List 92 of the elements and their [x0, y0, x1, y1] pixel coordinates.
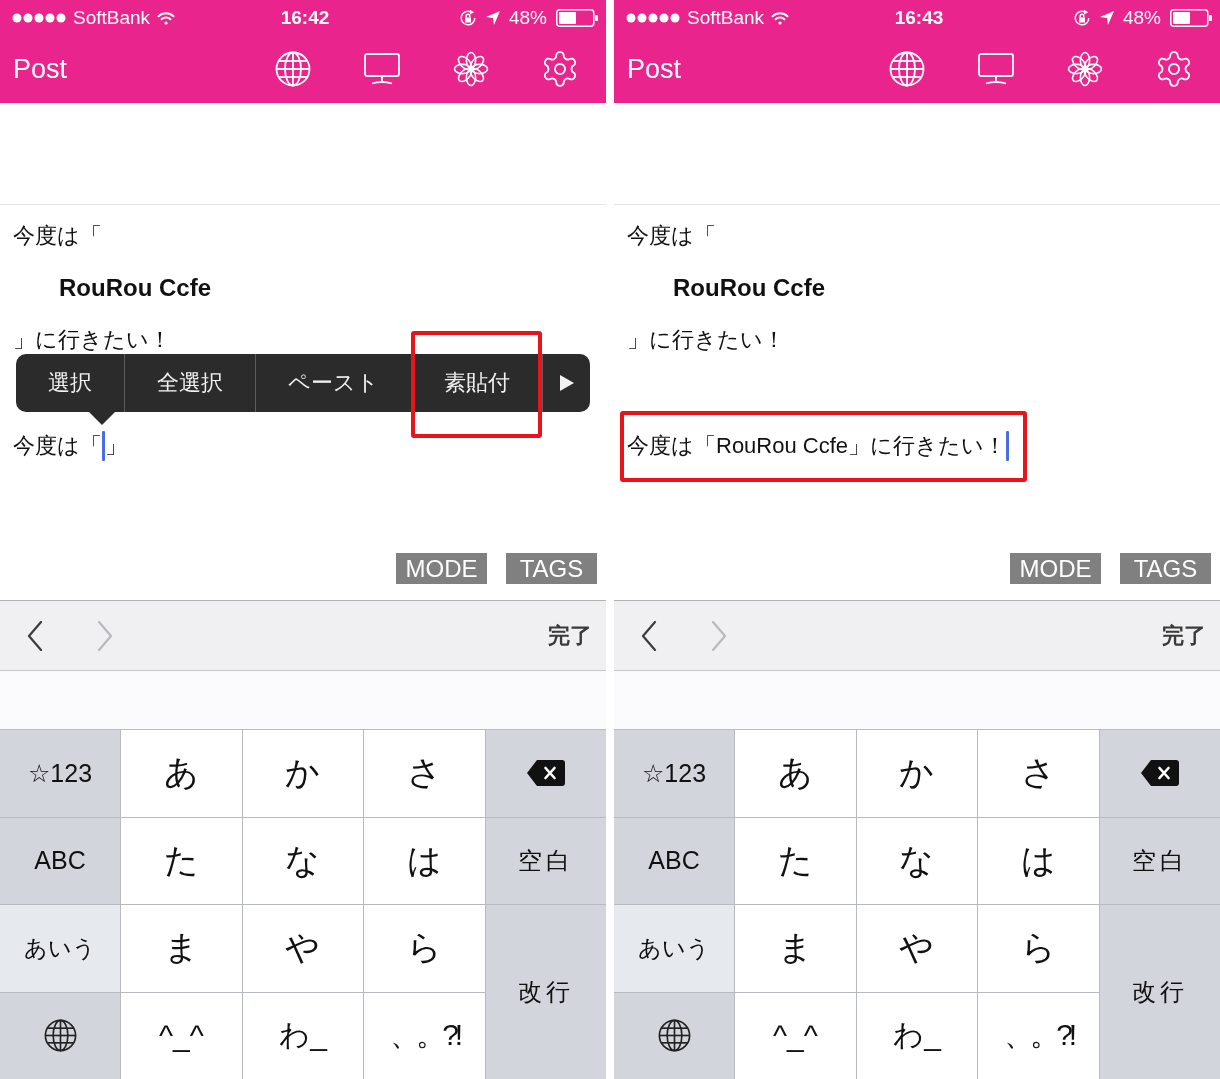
keyboard-key[interactable] [614, 992, 734, 1079]
keyboard-key[interactable]: ら [364, 905, 485, 992]
keyboard-key[interactable]: な [242, 817, 364, 904]
keyboard-key[interactable]: さ [978, 730, 1099, 817]
menu-item[interactable]: 選択 [16, 354, 124, 412]
status-time: 16:43 [894, 6, 944, 29]
status-time: 16:42 [280, 6, 330, 29]
signal-icon [626, 12, 680, 23]
keyboard-key[interactable]: あ [735, 730, 856, 817]
text-line: 今度は「RouRou Ccfe」に行きたい！ [627, 432, 1007, 460]
battery-percent: 48% [508, 6, 547, 29]
keyboard-key[interactable]: や [856, 905, 978, 992]
keyboard-key[interactable]: は [978, 817, 1099, 904]
chevron-left-icon[interactable] [641, 620, 657, 651]
keyboard-key[interactable]: な [856, 817, 978, 904]
text-line: 今度は「 [13, 222, 102, 250]
done-button[interactable]: 完了 [548, 616, 592, 655]
chevron-left-icon[interactable] [27, 620, 43, 651]
flower-icon[interactable] [453, 51, 489, 87]
done-button[interactable]: 完了 [1162, 616, 1206, 655]
location-arrow-icon [485, 10, 500, 25]
keyboard-key[interactable] [486, 730, 606, 817]
battery-icon [1170, 8, 1212, 27]
text-line: 今度は「 [13, 432, 102, 460]
keyboard-key[interactable]: ^_^ [121, 992, 242, 1079]
keyboard-key[interactable]: わ_ [856, 992, 978, 1079]
screen-title: Post [627, 53, 682, 85]
backspace-icon [527, 760, 565, 787]
globe-icon[interactable] [275, 51, 311, 87]
keyboard-key[interactable]: や [242, 905, 364, 992]
keyboard-key[interactable]: ^_^ [735, 992, 856, 1079]
monitor-icon[interactable] [364, 53, 400, 85]
keyboard-key[interactable]: た [121, 817, 242, 904]
keyboard-key[interactable]: か [856, 730, 978, 817]
signal-icon [12, 12, 66, 23]
keyboard-key[interactable]: ら [978, 905, 1099, 992]
keyboard-key[interactable] [1100, 730, 1220, 817]
keyboard-key[interactable]: あいう [0, 905, 120, 992]
menu-item[interactable]: ペースト [255, 354, 411, 412]
text-cursor-icon [102, 431, 105, 461]
keyboard-key[interactable]: ABC [0, 817, 120, 904]
text-line: 」に行きたい！ [627, 326, 785, 354]
monitor-icon[interactable] [978, 53, 1014, 85]
triangle-right-icon [559, 375, 574, 391]
keyboard-key[interactable]: ま [735, 905, 856, 992]
wifi-icon [157, 10, 176, 25]
battery-icon [556, 8, 598, 27]
backspace-icon [1141, 760, 1179, 787]
keyboard-key[interactable]: 改行 [1100, 905, 1220, 1079]
rotation-lock-icon [1072, 8, 1091, 27]
keyboard-key[interactable]: 、。?! [364, 992, 485, 1079]
keyboard-key[interactable]: あいう [614, 905, 734, 992]
flower-icon[interactable] [1067, 51, 1103, 87]
action-button[interactable]: MODE [396, 553, 487, 584]
location-arrow-icon [1099, 10, 1114, 25]
rotation-lock-icon [458, 8, 477, 27]
keyboard-key[interactable]: さ [364, 730, 485, 817]
globe-icon[interactable] [889, 51, 925, 87]
keyboard-key[interactable]: 空白 [486, 817, 606, 904]
settings-icon[interactable] [542, 51, 578, 87]
text-line: 」 [105, 432, 127, 460]
action-button[interactable]: TAGS [1120, 553, 1211, 584]
text-line: 今度は「 [627, 222, 716, 250]
keyboard-key[interactable]: あ [121, 730, 242, 817]
keyboard-key[interactable]: た [735, 817, 856, 904]
screen-title: Post [13, 53, 68, 85]
keyboard-key[interactable]: ABC [614, 817, 734, 904]
keyboard-key[interactable]: わ_ [242, 992, 364, 1079]
menu-item[interactable]: 全選択 [124, 354, 255, 412]
action-button[interactable]: TAGS [506, 553, 597, 584]
keyboard-key[interactable]: か [242, 730, 364, 817]
carrier-name: SoftBank [73, 6, 151, 29]
settings-icon[interactable] [1156, 51, 1192, 87]
keyboard-key[interactable] [0, 992, 120, 1079]
bold-text-line: RouRou Ccfe [59, 273, 211, 303]
keyboard-key[interactable]: 空白 [1100, 817, 1220, 904]
action-button[interactable]: MODE [1010, 553, 1101, 584]
text-cursor-icon [1006, 431, 1010, 461]
globe-icon [657, 1019, 691, 1053]
wifi-icon [771, 10, 790, 25]
keyboard-key[interactable]: 、。?! [978, 992, 1099, 1079]
bold-text-line: RouRou Ccfe [673, 273, 825, 303]
keyboard-key[interactable]: 改行 [486, 905, 606, 1079]
carrier-name: SoftBank [687, 6, 765, 29]
globe-icon [43, 1019, 77, 1053]
keyboard-key[interactable]: ☆123 [0, 730, 120, 817]
menu-item[interactable]: 素貼付 [411, 354, 542, 412]
keyboard-key[interactable]: ☆123 [614, 730, 734, 817]
keyboard-key[interactable]: ま [121, 905, 242, 992]
keyboard-key[interactable]: は [364, 817, 485, 904]
battery-percent: 48% [1122, 6, 1161, 29]
text-line: 」に行きたい！ [13, 326, 171, 354]
